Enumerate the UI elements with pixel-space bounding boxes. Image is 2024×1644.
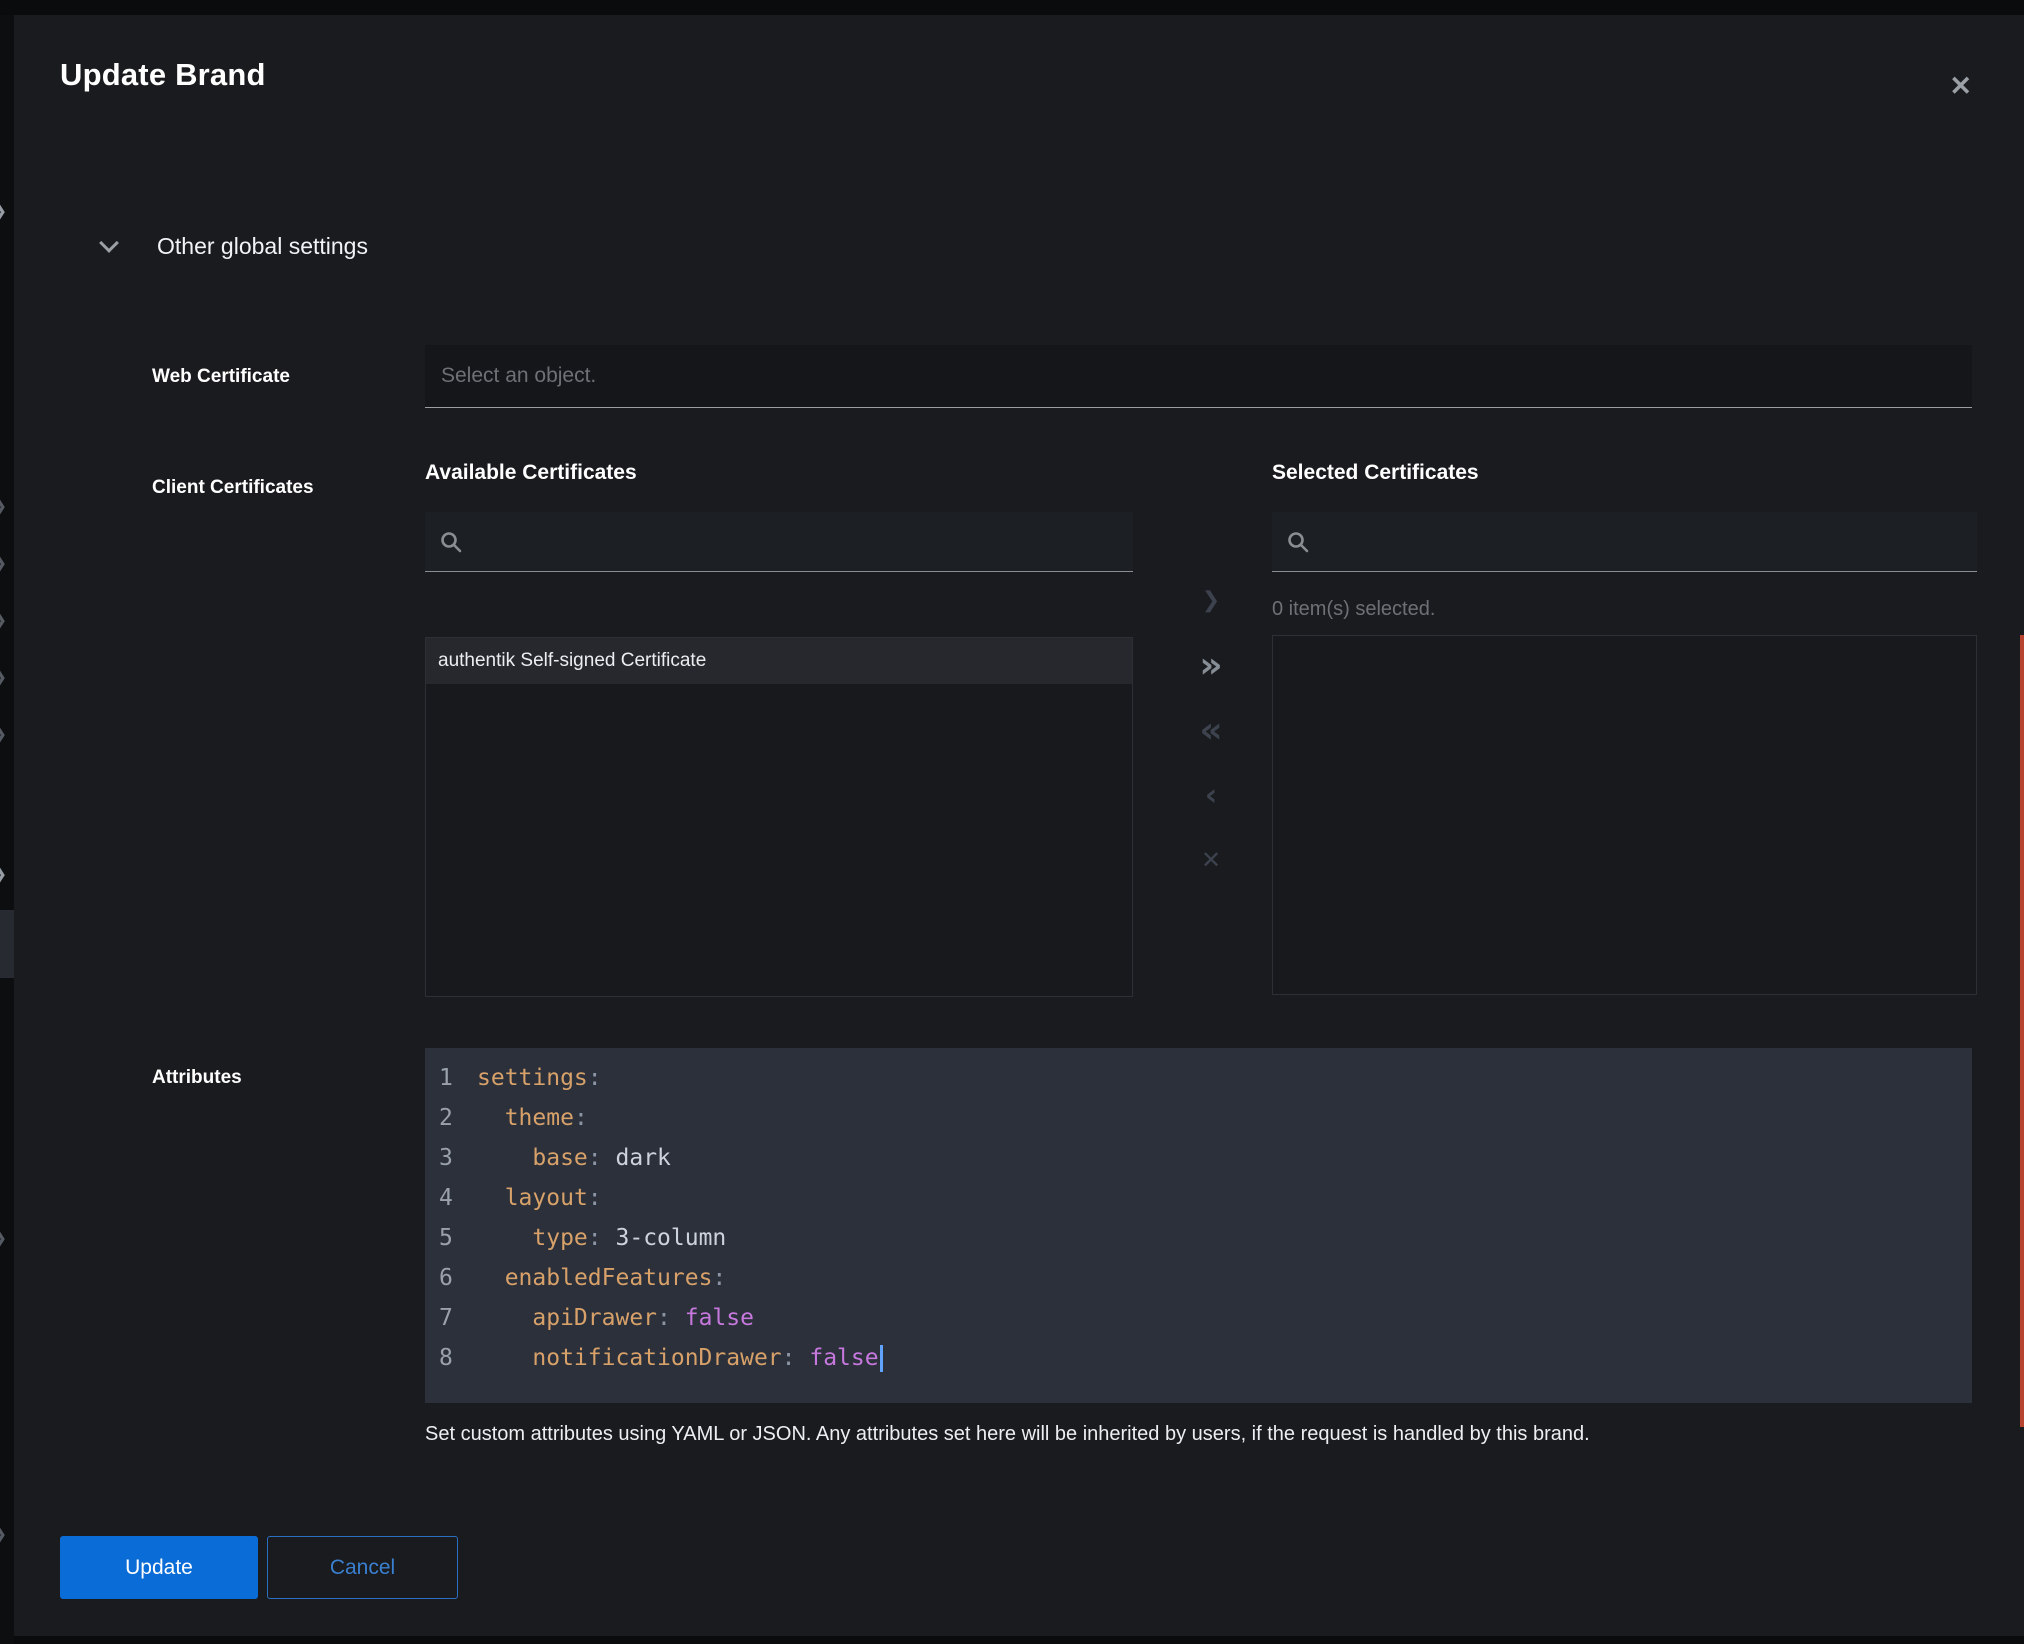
cancel-button[interactable]: Cancel bbox=[267, 1536, 458, 1599]
line-number: 5 bbox=[439, 1218, 463, 1258]
code-line: 7 apiDrawer: false bbox=[439, 1298, 1972, 1338]
available-search-input[interactable] bbox=[475, 529, 1119, 554]
page-title: Update Brand bbox=[60, 57, 266, 93]
chevron-fragment-icon: ❯ bbox=[0, 1528, 7, 1542]
code-line: 2 theme: bbox=[439, 1098, 1972, 1138]
remove-all-button[interactable]: « bbox=[1177, 708, 1245, 752]
code-line: 4 layout: bbox=[439, 1178, 1972, 1218]
code-line: 8 notificationDrawer: false bbox=[439, 1338, 1972, 1378]
close-icon: ✕ bbox=[1949, 71, 1972, 101]
angle-right-icon: ❯ bbox=[1202, 588, 1220, 613]
search-icon bbox=[439, 530, 463, 554]
search-icon bbox=[1286, 530, 1310, 554]
available-certificates-list: authentik Self-signed Certificate bbox=[425, 637, 1133, 997]
add-selected-button[interactable]: ❯ bbox=[1177, 578, 1245, 622]
chevron-fragment-icon: ❯ bbox=[0, 671, 7, 685]
available-search bbox=[425, 512, 1133, 572]
client-certificates-label: Client Certificates bbox=[152, 477, 314, 499]
selected-certificates-list bbox=[1272, 635, 1977, 995]
available-certificates-header: Available Certificates bbox=[425, 461, 637, 485]
section-label: Other global settings bbox=[157, 233, 368, 260]
web-certificate-label: Web Certificate bbox=[152, 345, 290, 408]
line-number: 4 bbox=[439, 1178, 463, 1218]
line-number: 3 bbox=[439, 1138, 463, 1178]
line-number: 2 bbox=[439, 1098, 463, 1138]
chevron-fragment-icon: ❯ bbox=[0, 868, 7, 882]
chevron-fragment-icon: ❯ bbox=[0, 728, 7, 742]
code-line: 6 enabledFeatures: bbox=[439, 1258, 1972, 1298]
line-number: 8 bbox=[439, 1338, 463, 1378]
chevron-fragment-icon: ❯ bbox=[0, 500, 7, 514]
attributes-help-text: Set custom attributes using YAML or JSON… bbox=[425, 1421, 1955, 1448]
sidebar-active-item-highlight bbox=[0, 910, 14, 978]
angle-double-right-icon: » bbox=[1199, 645, 1222, 686]
angle-left-icon: ‹ bbox=[1205, 778, 1217, 813]
attributes-code-editor[interactable]: 1settings:2 theme:3 base: dark4 layout:5… bbox=[425, 1048, 1972, 1403]
list-item[interactable]: authentik Self-signed Certificate bbox=[426, 638, 1132, 684]
chevron-fragment-icon: ❯ bbox=[0, 205, 7, 219]
update-brand-modal: Update Brand ✕ Other global settings Web… bbox=[14, 15, 2024, 1636]
add-all-button[interactable]: » bbox=[1177, 643, 1245, 687]
code-line: 3 base: dark bbox=[439, 1138, 1972, 1178]
page-background: ❯ ❯ ❯ ❯ ❯ ❯ ❯ ❯ ❯ Update Brand ✕ Other g… bbox=[0, 0, 2024, 1644]
right-edge-accent-strip bbox=[2020, 635, 2024, 1427]
chevron-down-icon bbox=[99, 233, 119, 253]
chevron-fragment-icon: ❯ bbox=[0, 1232, 7, 1246]
selected-count-status: 0 item(s) selected. bbox=[1272, 598, 1435, 621]
section-toggle-other-global-settings[interactable]: Other global settings bbox=[102, 233, 368, 260]
code-line: 5 type: 3-column bbox=[439, 1218, 1972, 1258]
line-number: 1 bbox=[439, 1058, 463, 1098]
clear-selection-button[interactable]: ✕ bbox=[1177, 838, 1245, 882]
chevron-fragment-icon: ❯ bbox=[0, 557, 7, 571]
close-button[interactable]: ✕ bbox=[1945, 69, 1976, 104]
angle-double-left-icon: « bbox=[1199, 710, 1222, 751]
selected-search bbox=[1272, 512, 1977, 572]
line-number: 7 bbox=[439, 1298, 463, 1338]
chevron-fragment-icon: ❯ bbox=[0, 614, 7, 628]
web-certificate-input[interactable] bbox=[425, 345, 1972, 408]
selected-search-input[interactable] bbox=[1322, 529, 1963, 554]
times-icon: ✕ bbox=[1201, 846, 1221, 874]
selected-certificates-header: Selected Certificates bbox=[1272, 461, 1479, 485]
update-button[interactable]: Update bbox=[60, 1536, 258, 1599]
background-sidebar-sliver: ❯ ❯ ❯ ❯ ❯ ❯ ❯ ❯ ❯ bbox=[0, 15, 14, 1644]
attributes-label: Attributes bbox=[152, 1067, 242, 1089]
code-line: 1settings: bbox=[439, 1058, 1972, 1098]
text-cursor bbox=[880, 1345, 883, 1372]
line-number: 6 bbox=[439, 1258, 463, 1298]
remove-selected-button[interactable]: ‹ bbox=[1177, 773, 1245, 817]
